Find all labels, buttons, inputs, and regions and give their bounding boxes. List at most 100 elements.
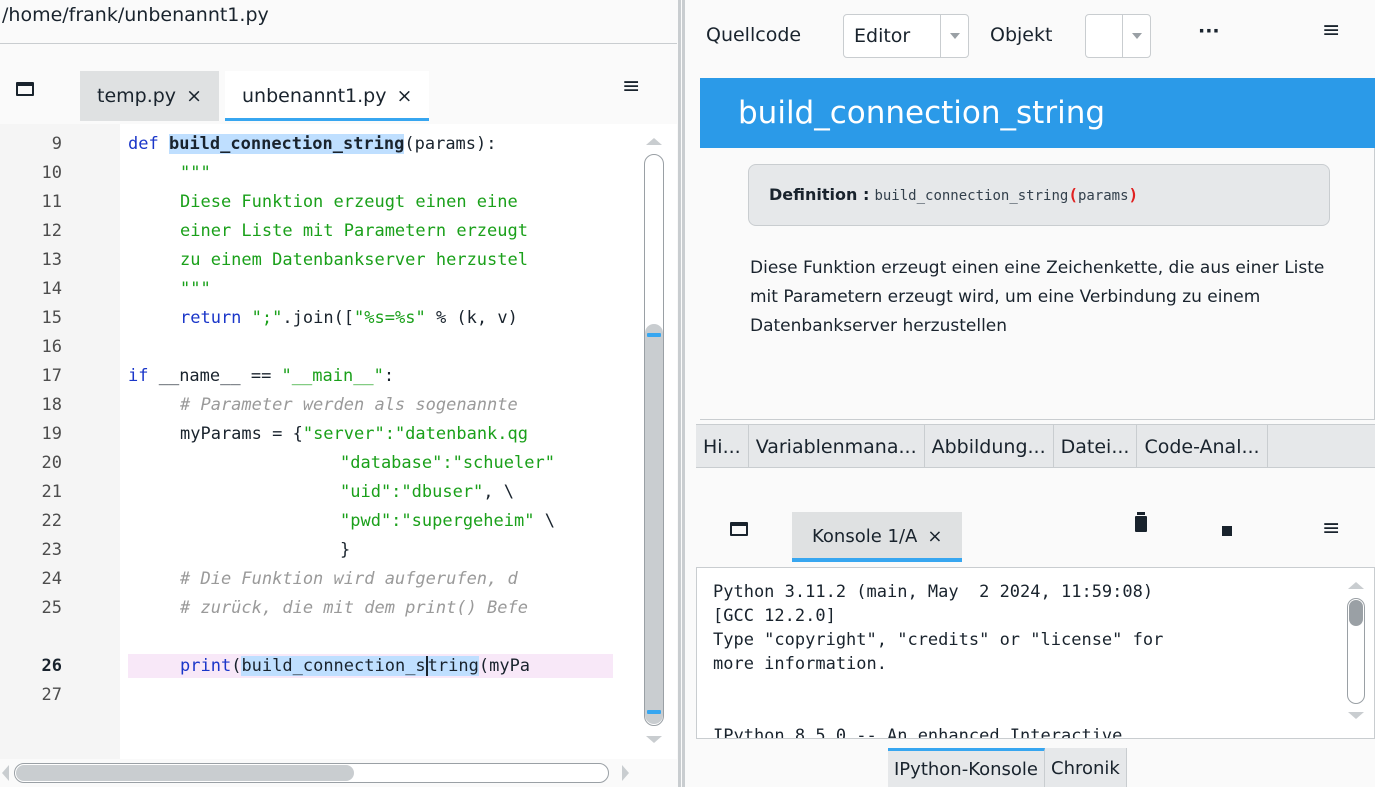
tab-console-1a[interactable]: Konsole 1/A ×	[792, 512, 963, 562]
line-number: 18	[41, 395, 62, 415]
editor-horizontal-scrollbar[interactable]	[0, 759, 677, 787]
close-icon[interactable]: ×	[927, 526, 942, 547]
close-icon[interactable]: ×	[186, 85, 202, 107]
tab-help[interactable]: Hi...	[696, 425, 749, 467]
source-value: Editor	[854, 25, 911, 47]
line-number: 15	[41, 308, 62, 328]
splitter-line	[682, 0, 685, 787]
close-icon[interactable]: ×	[396, 85, 412, 107]
line-number: 21	[41, 482, 62, 502]
tab-label: unbenannt1.py	[241, 85, 387, 107]
tab-variable-explorer[interactable]: Variablenmana...	[749, 425, 925, 467]
editor-vertical-scrollbar[interactable]	[640, 124, 666, 759]
tab-history[interactable]: Chronik	[1045, 748, 1127, 787]
code-line: # Parameter werden als sogenannte	[180, 395, 518, 415]
current-line-marker	[647, 333, 661, 337]
object-combobox[interactable]	[1085, 14, 1151, 58]
line-number: 13	[41, 250, 62, 270]
code-line: """	[180, 163, 211, 183]
scrollbar-thumb[interactable]	[645, 324, 663, 724]
code-line: def build_connection_string(params):	[128, 134, 497, 154]
undock-pane-icon[interactable]	[16, 82, 34, 96]
code-line: einer Liste mit Parametern erzeugt	[180, 221, 528, 241]
code-line: if __name__ == "__main__":	[128, 366, 395, 386]
console-pane: Konsole 1/A × ≡ Python 3.11.2 (main, May …	[696, 490, 1375, 787]
more-options-icon[interactable]: ···	[1198, 18, 1220, 44]
code-line: "database":"schueler"	[340, 453, 555, 473]
scrollbar-thumb[interactable]	[16, 765, 354, 781]
code-line: # Die Funktion wird aufgerufen, d	[180, 569, 518, 589]
line-number: 19	[41, 424, 62, 444]
chevron-down-icon[interactable]	[940, 15, 968, 57]
help-content: build_connection_string Definition : bui…	[700, 78, 1375, 420]
file-path: /home/frank/unbenannt1.py	[2, 4, 269, 26]
docstring-text: Diese Funktion erzeugt einen eine Zeiche…	[750, 258, 1325, 336]
code-line: "uid":"dbuser", \	[340, 482, 515, 502]
current-line-number: 26	[41, 656, 62, 676]
scroll-up-arrow-icon[interactable]	[1348, 582, 1364, 589]
source-combobox[interactable]: Editor	[843, 14, 969, 58]
trash-icon[interactable]	[1134, 512, 1148, 532]
code-line: zu einem Datenbankserver herzustel	[180, 250, 528, 270]
line-number: 16	[41, 337, 62, 357]
line-number: 24	[41, 569, 62, 589]
scroll-left-arrow-icon[interactable]	[2, 765, 9, 781]
pane-splitter[interactable]	[677, 0, 696, 787]
undock-pane-icon[interactable]	[730, 522, 748, 536]
code-line: return ";".join(["%s=%s" % (k, v)	[180, 308, 518, 328]
console-line: more information.	[713, 654, 887, 674]
hamburger-menu-icon[interactable]: ≡	[622, 76, 640, 98]
current-line-marker	[647, 710, 661, 714]
line-number: 25	[41, 598, 62, 618]
dock-tab-bar: Hi... Variablenmana... Abbildung... Date…	[696, 424, 1375, 468]
console-bottom-tab-bar: IPython-Konsole Chronik	[888, 748, 1127, 787]
console-tab-bar: Konsole 1/A ×	[792, 512, 963, 562]
chevron-down-icon[interactable]	[1122, 15, 1150, 57]
line-number: 20	[41, 453, 62, 473]
scrollbar-thumb[interactable]	[1349, 600, 1363, 626]
tab-code-analysis[interactable]: Code-Anal...	[1137, 425, 1268, 467]
console-line: Type "copyright", "credits" or "license"…	[713, 630, 1164, 650]
tab-ipython-console[interactable]: IPython-Konsole	[888, 748, 1045, 787]
code-area[interactable]: def build_connection_string(params): """…	[128, 124, 613, 759]
scroll-down-arrow-icon[interactable]	[1348, 712, 1364, 719]
code-line: """	[180, 279, 211, 299]
console-line: [GCC 12.2.0]	[713, 606, 836, 626]
editor-tab-bar: temp.py × unbenannt1.py ×	[80, 71, 435, 121]
console-line: IPython 8.5.0 -- An enhanced Interactive	[713, 726, 1123, 739]
scroll-up-arrow-icon[interactable]	[646, 138, 662, 145]
tab-label: temp.py	[97, 85, 177, 107]
object-label: Objekt	[990, 24, 1053, 46]
line-number: 14	[41, 279, 62, 299]
tab-temp-py[interactable]: temp.py ×	[80, 71, 219, 121]
tab-unbenannt1-py[interactable]: unbenannt1.py ×	[224, 71, 430, 121]
help-title: build_connection_string	[700, 78, 1375, 148]
line-number: 9	[51, 134, 62, 154]
code-line: "pwd":"supergeheim" \	[340, 511, 555, 531]
definition-signature: build_connection_string(params)	[874, 185, 1139, 204]
divider	[0, 43, 677, 44]
code-line: Diese Funktion erzeugt einen eine	[180, 192, 518, 212]
splitter-line	[678, 0, 681, 787]
ipython-console[interactable]: Python 3.11.2 (main, May 2 2024, 11:59:0…	[696, 567, 1375, 739]
line-number-gutter: 9 10 11 12 13 14 15 16 17 18 19 20 21 22…	[0, 124, 120, 759]
scroll-down-arrow-icon[interactable]	[646, 736, 662, 743]
help-toolbar: Quellcode Editor Objekt ··· ≡	[696, 0, 1375, 70]
line-number: 23	[41, 540, 62, 560]
tab-plots[interactable]: Abbildung...	[925, 425, 1054, 467]
definition-label: Definition :	[769, 185, 870, 204]
definition-box: Definition : build_connection_string(par…	[748, 164, 1330, 226]
stop-icon[interactable]	[1222, 526, 1232, 536]
hamburger-menu-icon[interactable]: ≡	[1322, 518, 1340, 540]
scroll-right-arrow-icon[interactable]	[622, 765, 629, 781]
tab-files[interactable]: Datei...	[1054, 425, 1138, 467]
text-cursor: tring	[425, 656, 479, 676]
line-number: 17	[41, 366, 62, 386]
line-number: 27	[41, 685, 62, 705]
line-number: 11	[41, 192, 62, 212]
code-line: myParams = {"server":"datenbank.qg	[180, 424, 528, 444]
hamburger-menu-icon[interactable]: ≡	[1322, 20, 1340, 42]
code-editor[interactable]: 9 10 11 12 13 14 15 16 17 18 19 20 21 22…	[0, 124, 677, 759]
code-line: # zurück, die mit dem print() Befe	[180, 598, 528, 618]
code-line: print(build_connection_s tring(myPa	[180, 656, 531, 676]
